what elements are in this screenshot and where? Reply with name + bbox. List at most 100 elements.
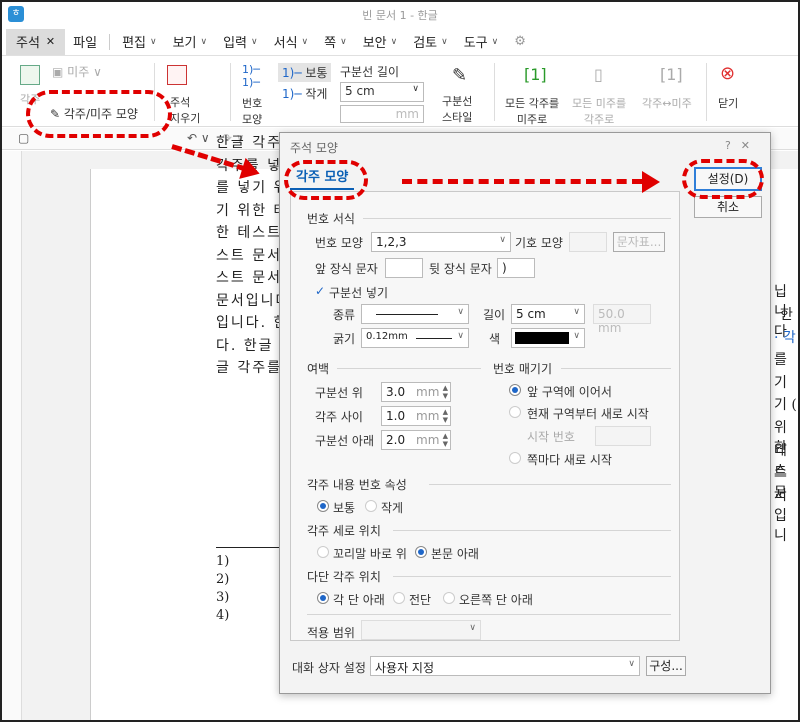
settings-icon[interactable]: ⚙ bbox=[506, 29, 534, 55]
separator-checkbox[interactable]: ✓ bbox=[315, 284, 325, 298]
number-shape-value: 1,2,3 bbox=[376, 235, 407, 249]
cancel-button[interactable]: 취소 bbox=[694, 196, 762, 218]
title-bar: ㅎ 빈 문서 1 - 한글 bbox=[2, 2, 798, 26]
symbol-shape-input[interactable] bbox=[569, 232, 607, 252]
undo-icon[interactable]: ↶ ∨ bbox=[187, 131, 210, 145]
below-body-radio[interactable] bbox=[415, 546, 427, 558]
endnote-button[interactable]: ▣ 미주 ∨ bbox=[52, 63, 102, 80]
separator-length-custom[interactable]: mm bbox=[340, 105, 424, 123]
close-icon[interactable]: ✕ bbox=[741, 139, 760, 152]
pen-icon[interactable]: ✎ bbox=[452, 65, 467, 86]
per-page-label: 쪽마다 새로 시작 bbox=[527, 453, 612, 467]
separator-color-select[interactable]: ∨ bbox=[511, 328, 585, 348]
separator-length-value: 5 cm bbox=[516, 307, 546, 321]
app-window: ㅎ 빈 문서 1 - 한글 주석 ✕ 파일 편집 ∨ 보기 ∨ 입력 ∨ 서식 ∨ 쪽 ∨… bbox=[0, 0, 800, 722]
section-number-format: 번호 서식 bbox=[307, 212, 355, 226]
margin-between-input[interactable]: 1.0 mm ▲ ▼ bbox=[381, 406, 451, 426]
close-button[interactable]: 닫기 bbox=[718, 95, 738, 111]
per-page-radio[interactable] bbox=[509, 452, 521, 464]
separator-style-button[interactable]: 구분선 스타일 bbox=[442, 93, 472, 125]
dialog-setting-select[interactable]: 사용자 지정 ∨ bbox=[370, 656, 640, 676]
separator-type-label: 종류 bbox=[333, 308, 356, 322]
annotation-delete-icon[interactable] bbox=[167, 65, 187, 85]
tab-annotation[interactable]: 주석 ✕ bbox=[6, 28, 66, 55]
convert-to-footnote-icon[interactable]: ▯ bbox=[594, 65, 603, 84]
separator-length-custom-value: 50.0 bbox=[598, 307, 625, 321]
spin-icon[interactable]: ▲ ▼ bbox=[443, 384, 448, 400]
margin-below-input[interactable]: 2.0 mm ▲ ▼ bbox=[381, 430, 451, 450]
text-fragment: 기 ( bbox=[774, 397, 797, 413]
menu-page[interactable]: 쪽 ∨ bbox=[316, 29, 355, 55]
menu-insert[interactable]: 입력 ∨ bbox=[215, 29, 266, 55]
menu-label: 보안 bbox=[362, 36, 387, 51]
close-circle-icon[interactable]: ⊗ bbox=[720, 63, 735, 84]
all-endnotes-to-footnotes[interactable]: 모든 미주를 각주로 bbox=[572, 95, 626, 127]
menu-view[interactable]: 보기 ∨ bbox=[165, 29, 216, 55]
right-column-radio[interactable] bbox=[443, 592, 455, 604]
menu-file[interactable]: 파일 bbox=[65, 29, 105, 55]
separator-length-custom[interactable]: 50.0 mm bbox=[593, 304, 651, 335]
dialog-title-icons: ?✕ bbox=[725, 139, 760, 152]
continue-radio[interactable] bbox=[509, 384, 521, 396]
swap-icon[interactable]: [1] bbox=[660, 65, 683, 84]
start-number-input[interactable] bbox=[595, 426, 651, 446]
configure-button[interactable]: 구성... bbox=[646, 656, 686, 676]
menu-label: 도구 bbox=[463, 36, 488, 51]
menu-security[interactable]: 보안 ∨ bbox=[355, 29, 406, 55]
each-column-radio[interactable] bbox=[317, 592, 329, 604]
char-map-button[interactable]: 문자표... bbox=[613, 232, 665, 252]
suffix-input[interactable]: ) bbox=[497, 258, 535, 278]
content-normal-radio[interactable] bbox=[317, 500, 329, 512]
chevron-down-icon: ∨ bbox=[149, 36, 157, 47]
menu-tools[interactable]: 도구 ∨ bbox=[456, 29, 507, 55]
sep-length-unit: mm bbox=[395, 107, 419, 121]
separator-thickness-select[interactable]: 0.12mm ∨ bbox=[361, 328, 469, 348]
help-icon[interactable]: ? bbox=[725, 139, 741, 152]
footnote-number: 2) bbox=[216, 572, 230, 587]
prefix-input[interactable] bbox=[385, 258, 423, 278]
start-number-label: 시작 번호 bbox=[527, 430, 575, 444]
section-margin: 여백 bbox=[307, 362, 330, 376]
menu-review[interactable]: 검토 ∨ bbox=[405, 29, 456, 55]
ribbon-divider bbox=[706, 63, 707, 121]
number-shape-icon[interactable]: 1)─ 1)─ bbox=[242, 63, 260, 89]
number-shape-button[interactable]: 번호 모양 bbox=[242, 95, 262, 127]
endnote-label: 미주 bbox=[67, 65, 90, 79]
menu-edit[interactable]: 편집 ∨ bbox=[114, 29, 165, 55]
section-rule bbox=[363, 218, 671, 219]
spin-icon[interactable]: ▲ ▼ bbox=[443, 408, 448, 424]
highlight-footnote-shape bbox=[26, 90, 172, 138]
tail-radio[interactable] bbox=[317, 546, 329, 558]
menu-label: 쪽 bbox=[324, 36, 337, 51]
size-small-button[interactable]: 1)─ 작게 bbox=[282, 85, 327, 102]
line-sample bbox=[376, 314, 438, 315]
menu-format[interactable]: 서식 ∨ bbox=[266, 29, 317, 55]
separator-length-label: 구분선 길이 bbox=[340, 65, 400, 79]
content-small-radio[interactable] bbox=[365, 500, 377, 512]
full-width-radio[interactable] bbox=[393, 592, 405, 604]
annotation-delete-label[interactable]: 주석 지우기 bbox=[170, 94, 200, 126]
size-normal-button[interactable]: 1)─ 보통 bbox=[278, 63, 332, 82]
separator-type-select[interactable]: ∨ bbox=[361, 304, 469, 324]
chevron-down-icon: ∨ bbox=[390, 36, 398, 47]
number-shape-select[interactable]: 1,2,3 ∨ bbox=[371, 232, 511, 252]
all-footnotes-to-endnotes[interactable]: 모든 각주를 미주로 bbox=[505, 95, 559, 127]
swap-button[interactable]: 각주↔미주 bbox=[642, 95, 692, 111]
new-document-icon[interactable]: ▢ bbox=[18, 131, 29, 145]
spin-icon[interactable]: ▲ ▼ bbox=[443, 432, 448, 448]
separator-length-select[interactable]: 5 cm ∨ bbox=[511, 304, 585, 324]
footnote-icon[interactable] bbox=[20, 65, 40, 85]
restart-radio[interactable] bbox=[509, 406, 521, 418]
margin-between-label: 각주 사이 bbox=[315, 410, 363, 424]
num-shape-label2: 모양 bbox=[242, 113, 263, 126]
ribbon-divider bbox=[230, 63, 231, 121]
margin-above-input[interactable]: 3.0 mm ▲ ▼ bbox=[381, 382, 451, 402]
scope-select[interactable]: ∨ bbox=[361, 620, 481, 640]
convert-to-endnote-icon[interactable]: [1] bbox=[524, 65, 547, 84]
close-icon[interactable]: ✕ bbox=[46, 35, 55, 48]
footnote-number: 3) bbox=[216, 590, 230, 605]
line-sample bbox=[416, 338, 452, 339]
text-fragment: 기 bbox=[774, 375, 787, 391]
separator-length-select[interactable]: 5 cm ∨ bbox=[340, 82, 424, 102]
sep-style-label: 구분선 bbox=[442, 95, 473, 108]
